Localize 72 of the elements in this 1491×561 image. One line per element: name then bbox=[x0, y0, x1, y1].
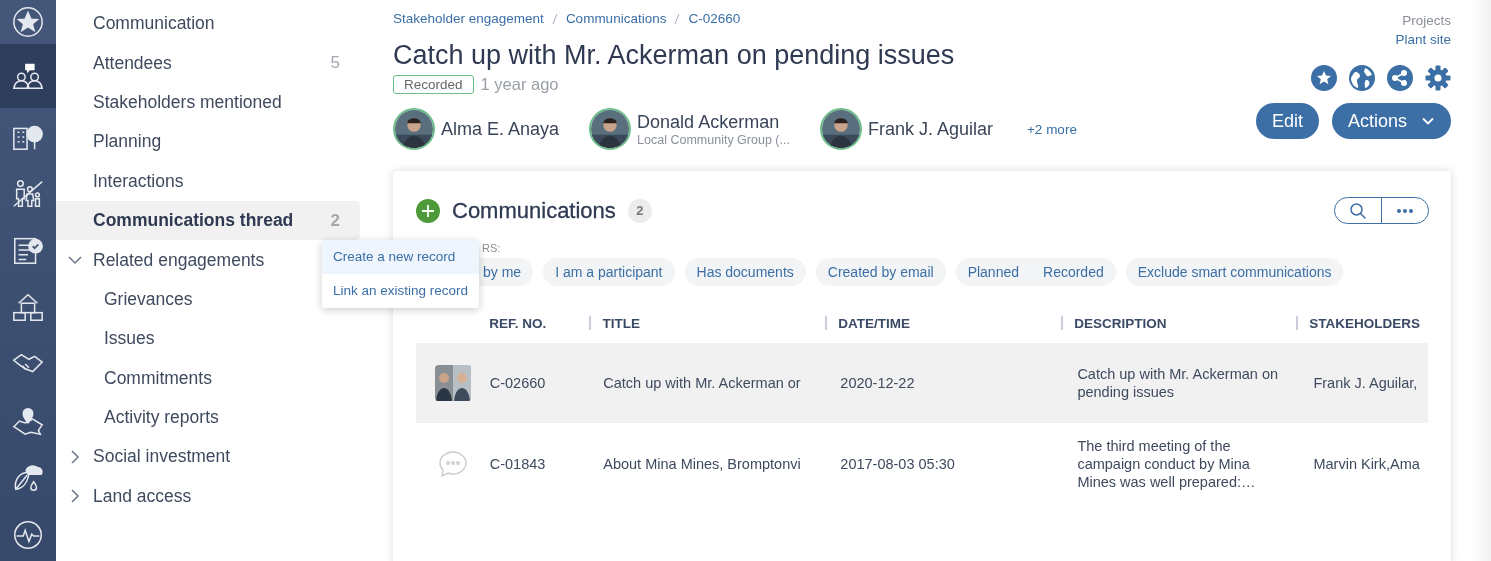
person-name[interactable]: Donald Ackerman bbox=[637, 111, 790, 133]
table-cell-text: The third meeting of the campaign conduct by Mina Mines was well prepared:… bbox=[1077, 437, 1257, 491]
sidebar-item[interactable]: Communications thread 2 bbox=[56, 200, 360, 241]
filter-option[interactable]: Planned bbox=[967, 264, 1019, 280]
table-row[interactable]: C-02660 Catch up with Mr. Ackerman or 2020-12-22 Catch up with Mr. Ackerman on pending issues Frank J. Aguilar, bbox=[416, 342, 1428, 423]
pulse-icon bbox=[11, 518, 45, 552]
actions-button[interactable]: Actions bbox=[1331, 103, 1451, 139]
more-link[interactable]: +2 more bbox=[1027, 121, 1077, 137]
card-title: Communications bbox=[452, 197, 616, 224]
edit-button[interactable]: Edit bbox=[1255, 103, 1319, 139]
page-title: Catch up with Mr. Ackerman on pending issues bbox=[393, 40, 956, 71]
breadcrumb-separator-icon bbox=[674, 12, 681, 25]
timestamp: 1 year ago bbox=[480, 75, 559, 94]
table-cell-text: C-01843 bbox=[489, 456, 547, 472]
more-button[interactable] bbox=[1381, 197, 1429, 224]
count-badge: 2 bbox=[627, 198, 652, 223]
menu-item[interactable]: Link an existing record bbox=[322, 274, 479, 308]
table-cell-text: Frank J. Aguilar, bbox=[1313, 375, 1419, 391]
filter-chip[interactable]: I am a participant bbox=[543, 258, 675, 286]
filter-chip[interactable]: Created by email bbox=[815, 258, 946, 286]
table-cell-text: 2020-12-22 bbox=[840, 375, 916, 391]
status-badge: Recorded bbox=[393, 75, 474, 94]
person-organization: Local Community Group (... bbox=[637, 132, 790, 147]
sidebar-item[interactable]: Communication bbox=[56, 4, 360, 44]
add-icon[interactable] bbox=[416, 198, 440, 223]
filter-chip[interactable]: Has documents bbox=[684, 258, 806, 286]
sidebar-item[interactable]: Issues bbox=[56, 319, 360, 359]
filter-option[interactable]: Recorded bbox=[1043, 264, 1104, 280]
sidebar-item[interactable]: Land access bbox=[56, 476, 360, 517]
column-header[interactable]: DESCRIPTION bbox=[1074, 315, 1286, 331]
table-row[interactable]: C-01843 About Mina Mines, Bromptonvi 2017-08-03 05:30 The third meeting of the campaign conduct by Mina Mines was well prepared:… Marvin Kirk,Ama bbox=[416, 423, 1428, 504]
filter-option[interactable]: Exclude smart communications bbox=[1137, 264, 1332, 280]
sidebar-item[interactable]: Planning bbox=[56, 122, 360, 162]
table-cell-text: Catch up with Mr. Ackerman or bbox=[603, 375, 802, 391]
sidebar-item[interactable]: Social investment bbox=[56, 437, 360, 477]
settings-icon[interactable] bbox=[1425, 65, 1451, 91]
filter-chip[interactable]: Exclude smart communications bbox=[1125, 258, 1344, 286]
filter-option[interactable]: Created by email bbox=[827, 264, 934, 280]
globe-icon[interactable] bbox=[1349, 65, 1375, 91]
search-icon bbox=[1349, 201, 1367, 220]
person-name[interactable]: Alma E. Anaya bbox=[441, 118, 560, 140]
filter-chip[interactable]: Planned Recorded bbox=[955, 258, 1116, 286]
person-name[interactable]: Frank J. Aguilar bbox=[867, 118, 993, 140]
chat-icon bbox=[437, 449, 468, 479]
table-cell-text: About Mina Mines, Bromptonvi bbox=[603, 456, 802, 472]
filters-label: RS: bbox=[482, 242, 502, 254]
search-button[interactable] bbox=[1334, 197, 1382, 224]
sidebar-item[interactable]: Commitments bbox=[56, 358, 360, 398]
project-link[interactable]: Plant site bbox=[1395, 32, 1451, 47]
column-header[interactable]: DATE/TIME bbox=[838, 315, 1051, 331]
column-header[interactable]: TITLE bbox=[602, 315, 815, 331]
share-icon[interactable] bbox=[1387, 65, 1413, 91]
table-cell-text: Catch up with Mr. Ackerman on pending issues bbox=[1077, 365, 1280, 401]
menu-item[interactable]: Create a new record bbox=[322, 240, 479, 274]
table-cell-text: 2017-08-03 05:30 bbox=[840, 456, 956, 472]
table-cell-text: C-02660 bbox=[489, 375, 547, 391]
project-label: Projects bbox=[1402, 13, 1451, 28]
breadcrumb-link[interactable]: Communications bbox=[565, 11, 667, 26]
filter-option[interactable]: by me bbox=[483, 264, 522, 280]
breadcrumb-separator-icon bbox=[551, 12, 558, 25]
sidebar-item[interactable]: Interactions bbox=[56, 161, 360, 201]
sidebar-item[interactable]: Stakeholders mentioned bbox=[56, 82, 360, 123]
breadcrumb-link[interactable]: Stakeholder engagement bbox=[393, 11, 544, 26]
breadcrumb-link[interactable]: C-02660 bbox=[688, 11, 741, 26]
filter-option[interactable]: Has documents bbox=[696, 264, 794, 280]
column-header[interactable]: STAKEHOLDERS bbox=[1309, 315, 1428, 331]
table-cell-text: Marvin Kirk,Ama bbox=[1313, 456, 1421, 472]
sidebar-item[interactable]: Attendees 5 bbox=[56, 43, 360, 83]
more-icon bbox=[1396, 207, 1414, 214]
column-header[interactable]: REF. NO. bbox=[489, 315, 579, 331]
sidebar-item[interactable]: Activity reports bbox=[56, 397, 360, 438]
filter-option[interactable]: I am a participant bbox=[555, 264, 663, 280]
